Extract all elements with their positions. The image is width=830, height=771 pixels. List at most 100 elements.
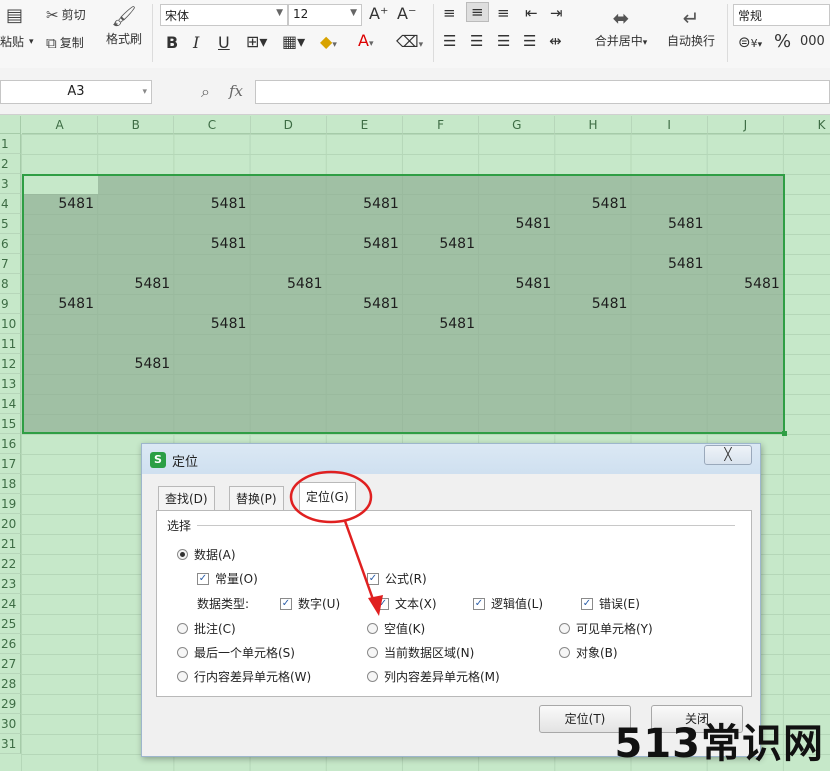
row-header-15[interactable]: 15 [0, 414, 21, 434]
font-color-icon[interactable]: A▾ [358, 31, 373, 50]
fill-style-icon[interactable]: ▦▾ [282, 32, 305, 51]
paste-button[interactable]: ▤ 粘贴 [0, 7, 24, 50]
row-header-9[interactable]: 9 [0, 294, 21, 314]
column-header-g[interactable]: G [479, 116, 556, 134]
row-header-22[interactable]: 22 [0, 554, 21, 574]
tab-find[interactable]: 查找(D) [158, 486, 215, 510]
copy-button[interactable]: ⧉ 复制 [46, 34, 84, 51]
row-header-12[interactable]: 12 [0, 354, 21, 374]
paste-dropdown-icon[interactable]: ▾ [29, 37, 34, 47]
cell-i5[interactable]: 5481 [632, 214, 704, 234]
percent-button[interactable]: % [774, 31, 791, 52]
decrease-indent-icon[interactable]: ⇤ [525, 4, 538, 22]
radio-comments[interactable]: 批注(C) [177, 620, 236, 637]
row-header-2[interactable]: 2 [0, 154, 21, 174]
italic-button[interactable]: I [193, 33, 199, 52]
font-name-select[interactable]: 宋体 ▼ [160, 4, 288, 26]
checkbox-numbers[interactable]: ✓ 数字(U) [280, 595, 340, 612]
thousands-separator-button[interactable]: 000 [800, 34, 825, 49]
row-header-18[interactable]: 18 [0, 474, 21, 494]
cell-b8[interactable]: 5481 [98, 274, 171, 294]
close-icon[interactable]: ╳ [704, 445, 752, 465]
cell-b12[interactable]: 5481 [98, 354, 171, 374]
row-header-1[interactable]: 1 [0, 134, 21, 154]
row-header-4[interactable]: 4 [0, 194, 21, 214]
align-right-icon[interactable]: ☰ [497, 32, 510, 50]
column-header-e[interactable]: E [326, 116, 403, 134]
tab-goto[interactable]: 定位(G) [299, 482, 356, 511]
dialog-titlebar[interactable]: S 定位 ╳ [142, 444, 760, 474]
checkbox-text[interactable]: ✓ 文本(X) [377, 595, 437, 612]
chevron-down-icon[interactable]: ▾ [142, 81, 147, 103]
font-size-select[interactable]: 12 ▼ [288, 4, 362, 26]
fill-handle[interactable] [782, 431, 787, 436]
fx-label[interactable]: fx [229, 82, 243, 100]
eraser-icon[interactable]: ⌫▾ [396, 32, 423, 51]
align-middle-icon[interactable]: ≡ [466, 2, 489, 22]
radio-row-differences[interactable]: 行内容差异单元格(W) [177, 668, 311, 685]
merge-center-button[interactable]: ⬌ 合并居中▾ [588, 6, 654, 49]
column-header-b[interactable]: B [98, 116, 175, 134]
align-center-icon[interactable]: ☰ [470, 32, 483, 50]
checkbox-formulas[interactable]: ✓ 公式(R) [367, 570, 427, 587]
number-format-select[interactable]: 常规 [733, 4, 830, 26]
radio-objects[interactable]: 对象(B) [559, 644, 618, 661]
cell-g8[interactable]: 5481 [479, 274, 552, 294]
row-header-24[interactable]: 24 [0, 594, 21, 614]
active-cell[interactable] [24, 176, 98, 194]
radio-data[interactable]: 数据(A) [177, 546, 236, 563]
align-bottom-icon[interactable]: ≡ [497, 4, 510, 22]
zoom-search-icon[interactable]: ⌕ [201, 82, 210, 102]
cell-c10[interactable]: 5481 [174, 314, 247, 334]
checkbox-errors[interactable]: ✓ 错误(E) [581, 595, 640, 612]
currency-button[interactable]: ⊜¥▾ [738, 33, 762, 51]
row-header-5[interactable]: 5 [0, 214, 21, 234]
cell-i7[interactable]: 5481 [632, 254, 704, 274]
row-header-16[interactable]: 16 [0, 434, 21, 454]
cell-a9[interactable]: 5481 [22, 294, 94, 314]
row-header-30[interactable]: 30 [0, 714, 21, 734]
cell-d8[interactable]: 5481 [251, 274, 323, 294]
column-header-k[interactable]: K [784, 116, 830, 134]
column-header-d[interactable]: D [250, 116, 327, 134]
row-header-3[interactable]: 3 [0, 174, 21, 194]
cell-f6[interactable]: 5481 [403, 234, 475, 254]
row-header-20[interactable]: 20 [0, 514, 21, 534]
radio-last-cell[interactable]: 最后一个单元格(S) [177, 644, 295, 661]
row-header-23[interactable]: 23 [0, 574, 21, 594]
column-header-j[interactable]: J [707, 116, 784, 134]
column-header-c[interactable]: C [174, 116, 251, 134]
row-header-25[interactable]: 25 [0, 614, 21, 634]
checkbox-constants[interactable]: ✓ 常量(O) [197, 570, 258, 587]
row-header-14[interactable]: 14 [0, 394, 21, 414]
row-header-6[interactable]: 6 [0, 234, 21, 254]
checkbox-logicals[interactable]: ✓ 逻辑值(L) [473, 595, 543, 612]
column-header-a[interactable]: A [22, 116, 99, 134]
cell-e6[interactable]: 5481 [327, 234, 399, 254]
row-header-21[interactable]: 21 [0, 534, 21, 554]
radio-blanks[interactable]: 空值(K) [367, 620, 425, 637]
cell-c4[interactable]: 5481 [174, 194, 247, 214]
align-top-icon[interactable]: ≡ [443, 4, 456, 22]
row-header-27[interactable]: 27 [0, 654, 21, 674]
column-header-f[interactable]: F [403, 116, 480, 134]
increase-font-size-button[interactable]: A⁺ [369, 4, 388, 23]
decrease-font-size-button[interactable]: A⁻ [397, 4, 416, 23]
radio-column-differences[interactable]: 列内容差异单元格(M) [367, 668, 500, 685]
row-header-17[interactable]: 17 [0, 454, 21, 474]
cut-button[interactable]: ✂ 剪切 [46, 6, 86, 23]
name-box[interactable]: A3 ▾ [0, 80, 152, 104]
borders-icon[interactable]: ⊞▾ [246, 32, 267, 51]
cell-j8[interactable]: 5481 [708, 274, 780, 294]
cell-f10[interactable]: 5481 [403, 314, 475, 334]
align-left-icon[interactable]: ☰ [443, 32, 456, 50]
column-header-h[interactable]: H [555, 116, 632, 134]
distribute-icon[interactable]: ⇹ [549, 32, 562, 50]
tab-replace[interactable]: 替换(P) [229, 486, 284, 510]
row-header-11[interactable]: 11 [0, 334, 21, 354]
fill-color-icon[interactable]: ◆▾ [320, 32, 337, 51]
row-header-31[interactable]: 31 [0, 734, 21, 754]
wrap-text-button[interactable]: ↵ 自动换行 [662, 6, 720, 49]
column-header-i[interactable]: I [631, 116, 708, 134]
justify-icon[interactable]: ☰ [523, 32, 536, 50]
